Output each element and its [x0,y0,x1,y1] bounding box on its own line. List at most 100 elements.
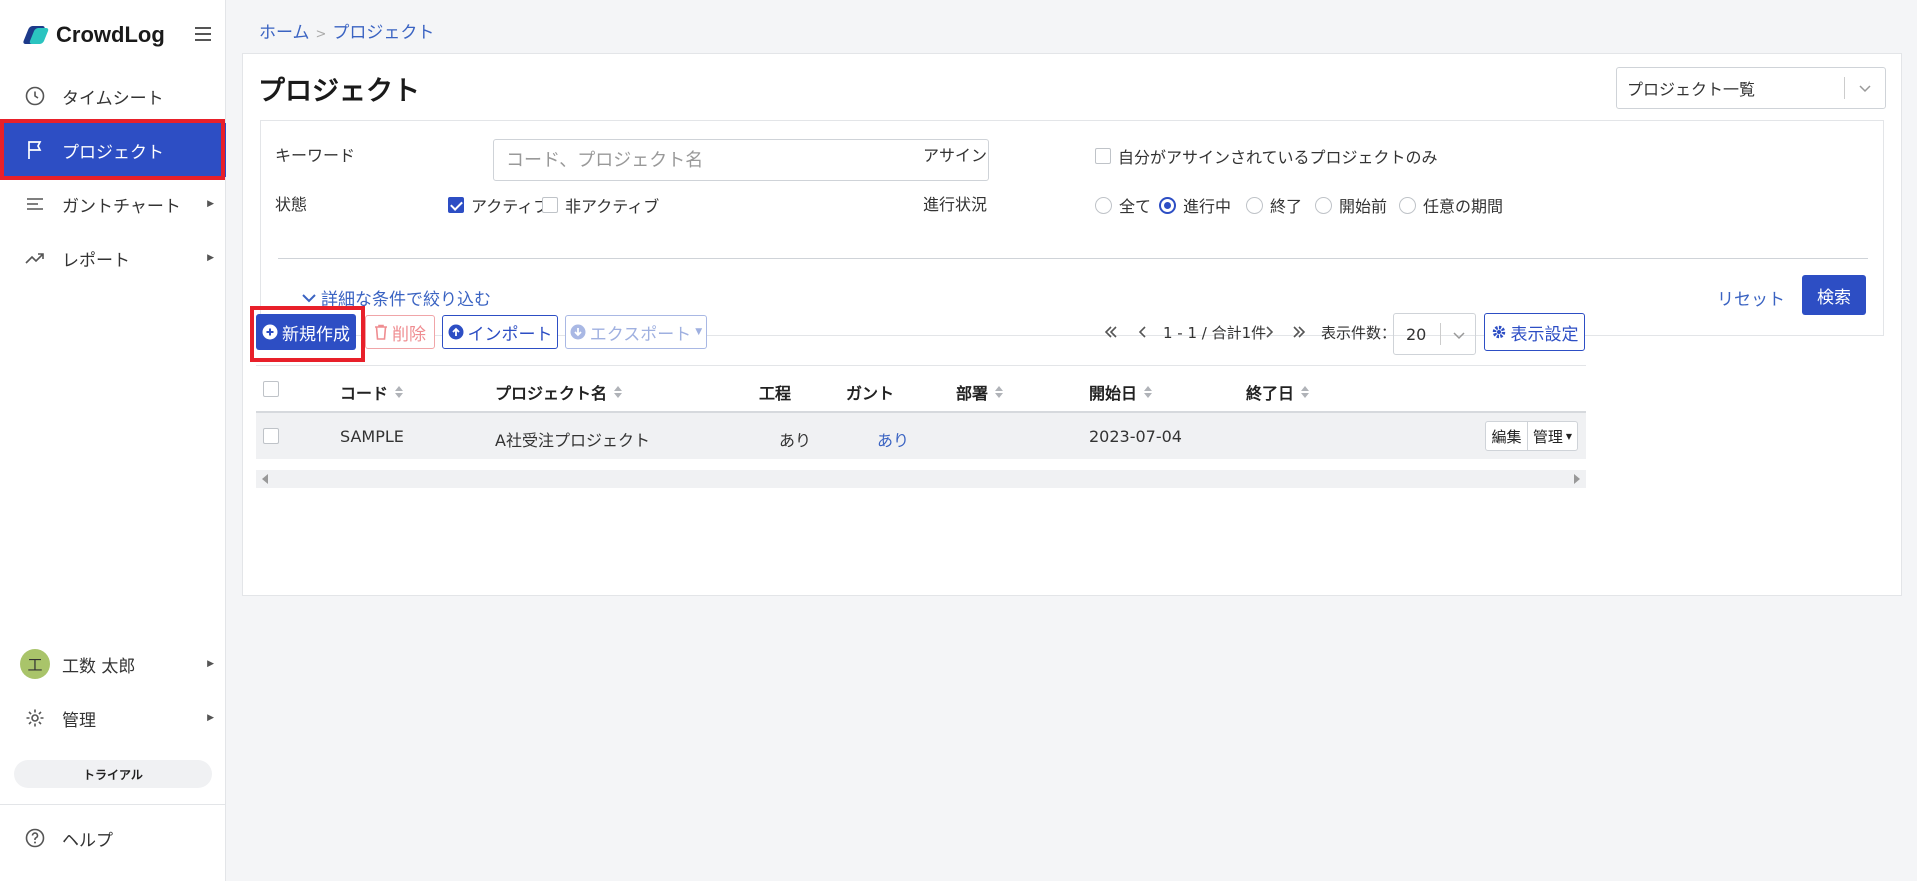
delete-label: 削除 [392,324,426,345]
filter-divider [278,258,1868,259]
sidebar-item-gantt[interactable]: ガントチャート ▶ [0,177,226,231]
horizontal-scrollbar[interactable] [256,470,1586,488]
sidebar-item-help[interactable]: ヘルプ [0,811,226,865]
avatar: 工 [20,649,50,679]
trash-icon [375,324,387,340]
search-button[interactable]: 検索 [1802,275,1866,315]
column-header-start-date[interactable]: 開始日 [1089,380,1153,404]
view-select[interactable]: プロジェクト一覧 [1616,67,1886,109]
filter-panel: キーワード アサイン 自分がアサインされているプロジェクトのみ 状態 アクティブ… [260,120,1884,336]
keyword-input[interactable] [493,139,989,181]
checkbox[interactable] [542,197,558,213]
caret-down-icon: ▼ [1565,431,1573,441]
display-settings-button[interactable]: 表示設定 [1484,313,1585,351]
sidebar-item-user[interactable]: 工 工数 太郎 ▶ [0,637,226,691]
export-button[interactable]: エクスポート ▼ [565,315,707,349]
cell-start-date: 2023-07-04 [1089,427,1182,446]
radio[interactable] [1315,196,1332,214]
radio-label: 開始前 [1339,197,1388,216]
checkbox[interactable] [1095,148,1111,164]
sidebar-item-label: タイムシート [62,88,164,109]
status-option-label: アクティブ [471,197,550,216]
per-page-select[interactable]: 20 [1393,313,1476,355]
column-header-department[interactable]: 部署 [956,380,1004,404]
download-circle-icon [570,324,586,340]
sidebar-item-label: レポート [62,250,130,271]
sort-icon [995,386,1004,398]
progress-radio-in-progress[interactable]: 進行中 [1159,193,1231,217]
trial-badge: トライアル [14,760,212,788]
assign-option-label: 自分がアサインされているプロジェクトのみ [1118,148,1438,167]
cell-process: あり [779,431,812,450]
cell-code: SAMPLE [340,427,404,446]
breadcrumb-current[interactable]: プロジェクト [332,23,434,43]
radio[interactable] [1246,196,1263,214]
pagination-text: 1 - 1 / 合計1件 [1163,324,1267,342]
prev-page-icon[interactable] [1135,324,1151,340]
table-header: コード プロジェクト名 工程 ガント 部署 開始日 終了日 [256,365,1586,413]
manage-dropdown-button[interactable]: 管理 ▼ [1527,421,1578,451]
cell-gantt-link[interactable]: あり [877,427,909,451]
radio-label: 終了 [1270,197,1303,216]
progress-radio-not-started[interactable]: 開始前 [1315,193,1387,217]
reset-link[interactable]: リセット [1717,285,1785,310]
per-page-label: 表示件数： [1321,324,1397,342]
caret-right-icon: ▶ [207,659,214,669]
status-inactive-checkbox[interactable]: 非アクティブ [542,193,659,217]
next-page-icon[interactable] [1261,324,1277,340]
column-header-code[interactable]: コード [340,380,404,404]
edit-button[interactable]: 編集 [1485,421,1528,451]
logo[interactable]: CrowdLog [22,20,165,50]
sort-icon [614,386,623,398]
gear-icon [1492,325,1505,339]
progress-radio-custom-period[interactable]: 任意の期間 [1399,193,1503,217]
sidebar-item-label: ガントチャート [62,196,181,217]
table-row[interactable]: SAMPLE A社受注プロジェクト あり あり 2023-07-04 編集 管理… [256,413,1586,459]
crowdlog-logo-icon [22,24,50,46]
radio-selected[interactable] [1159,196,1176,214]
sidebar-item-reports[interactable]: レポート ▶ [0,231,226,285]
sidebar-item-admin[interactable]: 管理 ▶ [0,691,226,745]
progress-radio-finished[interactable]: 終了 [1246,193,1302,217]
select-all-checkbox[interactable] [263,381,279,397]
sidebar-item-label: ヘルプ [62,830,113,851]
radio-label: 全て [1119,197,1152,216]
radio-label: 進行中 [1183,197,1232,216]
progress-label: 進行状況 [923,195,988,214]
project-card: プロジェクト プロジェクト一覧 キーワード アサイン 自分がアサインされているプ… [242,53,1902,596]
assign-checkbox[interactable]: 自分がアサインされているプロジェクトのみ [1095,144,1438,168]
column-header-process: 工程 [759,384,792,403]
status-label: 状態 [275,195,308,214]
progress-radio-all[interactable]: 全て [1095,193,1151,217]
main-content: ホーム > プロジェクト プロジェクト プロジェクト一覧 キーワード アサイン 自分… [227,0,1917,881]
upload-circle-icon [448,324,463,340]
radio[interactable] [1095,196,1112,214]
highlight-box-new-button [250,306,365,362]
sort-icon [395,386,404,398]
row-checkbox[interactable] [263,428,279,444]
last-page-icon[interactable] [1291,324,1307,340]
caret-right-icon: ▶ [207,199,214,209]
first-page-icon[interactable] [1103,324,1119,340]
export-label: エクスポート [589,324,692,345]
checkbox-checked[interactable] [448,197,464,213]
cell-project-name: A社受注プロジェクト [495,431,650,450]
keyword-label: キーワード [275,146,356,165]
column-header-name[interactable]: プロジェクト名 [495,380,623,404]
column-header-end-date[interactable]: 終了日 [1246,380,1310,404]
status-active-checkbox[interactable]: アクティブ [448,193,549,217]
import-button[interactable]: インポート [442,315,558,349]
scroll-left-icon[interactable] [262,474,268,484]
radio-label: 任意の期間 [1423,197,1504,216]
breadcrumb-home[interactable]: ホーム [259,23,310,43]
radio[interactable] [1399,196,1416,214]
gantt-icon [27,198,43,210]
sidebar-item-timesheet[interactable]: タイムシート [0,69,226,123]
sidebar-divider [0,804,226,805]
page-title: プロジェクト [258,76,420,107]
scroll-right-icon[interactable] [1574,474,1580,484]
hamburger-menu-icon[interactable] [195,27,211,41]
delete-button[interactable]: 削除 [365,315,435,349]
manage-label: 管理 [1532,427,1563,446]
sort-icon [1301,386,1310,398]
